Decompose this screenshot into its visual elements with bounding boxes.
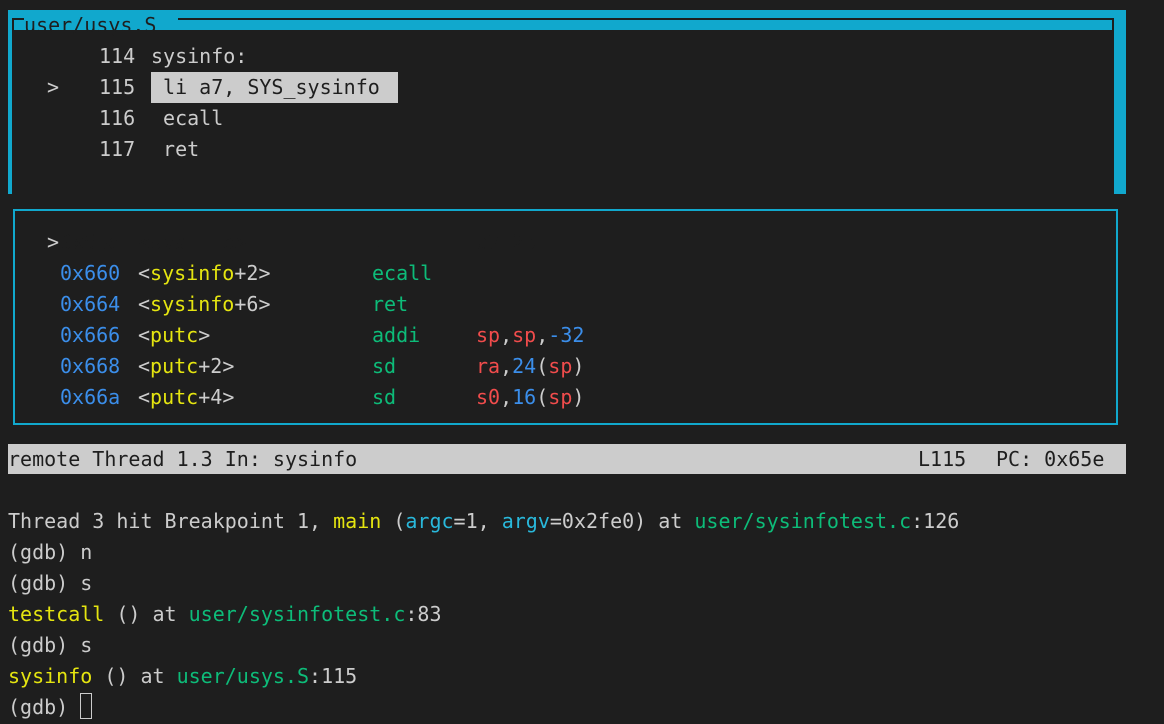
console-frame-line: testcall () at user/sysinfotest.c:83 [8, 599, 442, 630]
console-text: () at [104, 602, 189, 626]
asm-address: 0x664 [60, 292, 121, 316]
current-line-marker: > [47, 230, 60, 254]
asm-operands: s0,16(sp) [476, 385, 585, 409]
asm-symbol-offset: +6 [234, 292, 259, 316]
source-line[interactable]: 117 ret [0, 134, 199, 165]
console-text: :83 [405, 602, 442, 626]
asm-opcode: li [372, 230, 397, 254]
file-path: user/sysinfotest.c [188, 602, 406, 626]
console-input-line[interactable]: (gdb) [8, 692, 93, 723]
register: sp [512, 323, 537, 347]
line-number: 115 [99, 75, 136, 99]
asm-line[interactable]: 0x668 <putc+2> sd ra,24(sp) [0, 351, 584, 382]
asm-opcode: ecall [372, 261, 433, 285]
function-name: sysinfo [8, 664, 93, 688]
status-bar: remote Thread 1.3 In: sysinfo L115 PC: 0… [8, 444, 1126, 474]
asm-symbol: <sysinfo> [138, 230, 247, 254]
asm-line[interactable]: 0x666 <putc> addi sp,sp,-32 [0, 320, 584, 351]
console-command: (gdb) s [8, 633, 93, 657]
register: s0 [476, 385, 501, 409]
asm-operands: ra,24(sp) [476, 354, 585, 378]
console-text: Thread 3 hit Breakpoint 1, [8, 509, 334, 533]
arg-name: argc [405, 509, 454, 533]
asm-symbol: <putc+4> [138, 385, 235, 409]
text-cursor[interactable] [80, 693, 93, 719]
asm-symbol: <sysinfo+6> [138, 292, 271, 316]
asm-symbol-offset: +4 [198, 385, 223, 409]
asm-operands: a7,23 [476, 230, 537, 254]
asm-operands: sp,sp,-32 [476, 323, 585, 347]
line-number: 114 [99, 44, 136, 68]
immediate: 24 [512, 354, 537, 378]
source-window-corner [12, 18, 14, 30]
asm-address: 0x660 [60, 261, 121, 285]
source-code-highlighted: li a7, SYS_sysinfo [151, 72, 398, 103]
asm-address: 0x65e [60, 230, 121, 254]
source-window-top-rule [178, 18, 1114, 20]
function-name: testcall [8, 602, 105, 626]
asm-symbol-offset: +2 [198, 354, 223, 378]
console-text: ( [381, 509, 406, 533]
file-path: user/sysinfotest.c [694, 509, 912, 533]
console-command: (gdb) s [8, 571, 93, 595]
console-text: :115 [309, 664, 358, 688]
console-text: =1, [453, 509, 502, 533]
source-code: ecall [151, 106, 224, 130]
asm-symbol: <sysinfo+2> [138, 261, 271, 285]
register: ra [476, 354, 501, 378]
asm-line[interactable]: 0x66a <putc+4> sd s0,16(sp) [0, 382, 584, 413]
immediate: -32 [548, 323, 585, 347]
source-line-current[interactable]: > 115 li a7, SYS_sysinfo [0, 72, 398, 103]
asm-address: 0x66a [60, 385, 121, 409]
file-path: user/usys.S [176, 664, 310, 688]
asm-opcode: sd [372, 385, 397, 409]
asm-symbol-name: putc [150, 354, 199, 378]
source-code: ret [151, 137, 200, 161]
asm-symbol-offset: +2 [234, 261, 259, 285]
asm-opcode: ret [372, 292, 409, 316]
arg-name: argv [501, 509, 550, 533]
source-line[interactable]: 116 ecall [0, 103, 223, 134]
console-text: :126 [911, 509, 960, 533]
register: sp [476, 323, 501, 347]
status-line: L115 [918, 447, 967, 471]
source-window-top-rule [1112, 18, 1114, 30]
gdb-prompt: (gdb) [8, 695, 81, 719]
current-line-marker: > [47, 75, 60, 99]
console-text: =0x2fe0) at [549, 509, 695, 533]
source-code: sysinfo: [151, 44, 248, 68]
status-thread-info: remote Thread 1.3 In: sysinfo [8, 447, 358, 471]
console-breakpoint-line: Thread 3 hit Breakpoint 1, main (argc=1,… [8, 506, 959, 537]
line-number: 116 [99, 106, 136, 130]
asm-symbol-name: sysinfo [150, 292, 235, 316]
asm-symbol-name: sysinfo [150, 261, 235, 285]
asm-address: 0x666 [60, 323, 121, 347]
register: sp [548, 354, 573, 378]
console-text: () at [92, 664, 177, 688]
asm-symbol: <putc> [138, 323, 211, 347]
console-frame-line: sysinfo () at user/usys.S:115 [8, 661, 357, 692]
asm-symbol: <putc+2> [138, 354, 235, 378]
line-number: 117 [99, 137, 136, 161]
asm-opcode: sd [372, 354, 397, 378]
asm-address: 0x668 [60, 354, 121, 378]
status-pc: PC: 0x65e [996, 447, 1105, 471]
asm-symbol-name: putc [150, 323, 199, 347]
immediate: 16 [512, 385, 537, 409]
asm-line[interactable]: 0x660 <sysinfo+2> ecall [0, 258, 432, 289]
asm-symbol-name: putc [150, 385, 199, 409]
asm-line-current[interactable]: > 0x65e <sysinfo> li a7,23 [0, 227, 536, 258]
source-line[interactable]: 114 sysinfo: [0, 41, 247, 72]
console-command: (gdb) n [8, 540, 93, 564]
asm-line[interactable]: 0x664 <sysinfo+6> ret [0, 289, 408, 320]
asm-opcode: addi [372, 323, 421, 347]
function-name: main [333, 509, 382, 533]
source-window-title: user/usys.S [24, 13, 157, 37]
register: sp [548, 385, 573, 409]
